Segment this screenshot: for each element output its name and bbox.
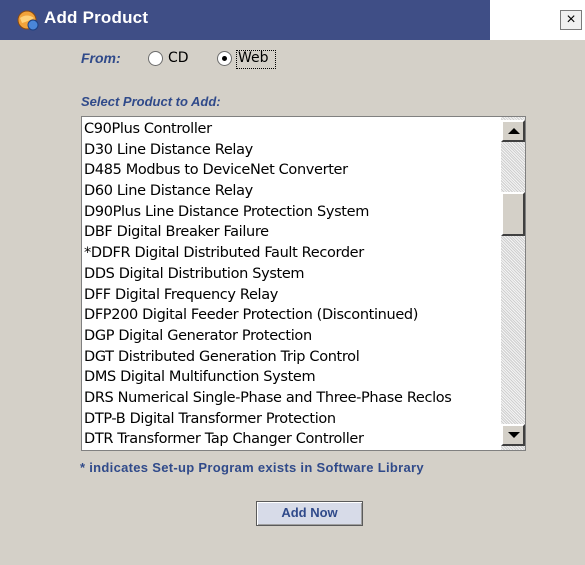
app-globe-icon — [17, 10, 39, 31]
list-item[interactable]: DFP200 Digital Feeder Protection (Discon… — [82, 305, 500, 326]
list-item[interactable]: DFF Digital Frequency Relay — [82, 285, 500, 306]
from-label: From: — [81, 50, 121, 66]
scroll-up-button[interactable] — [501, 120, 525, 142]
close-button[interactable]: × — [560, 10, 582, 30]
radio-web[interactable] — [217, 51, 232, 66]
vertical-scrollbar[interactable] — [501, 117, 525, 450]
list-item[interactable]: D30 Line Distance Relay — [82, 140, 500, 161]
scroll-down-button[interactable] — [501, 424, 525, 446]
window-title: Add Product — [44, 8, 149, 27]
radio-selected-dot — [222, 56, 227, 61]
dialog-body: From: CD Web Select Product to Add: C90P… — [0, 40, 585, 565]
radio-cd[interactable] — [148, 51, 163, 66]
select-product-label: Select Product to Add: — [81, 94, 221, 109]
list-item[interactable]: DRS Numerical Single-Phase and Three-Pha… — [82, 388, 500, 409]
add-now-button[interactable]: Add Now — [256, 501, 363, 526]
list-item[interactable]: D485 Modbus to DeviceNet Converter — [82, 160, 500, 181]
arrow-up-icon — [508, 128, 520, 134]
list-item[interactable]: D90Plus Line Distance Protection System — [82, 202, 500, 223]
scrollbar-thumb[interactable] — [501, 192, 525, 236]
list-item[interactable]: C90Plus Controller — [82, 119, 500, 140]
arrow-down-icon — [508, 432, 520, 438]
radio-web-label[interactable]: Web — [238, 50, 269, 66]
list-item[interactable]: DDS Digital Distribution System — [82, 264, 500, 285]
product-list: C90Plus Controller D30 Line Distance Rel… — [82, 119, 500, 450]
list-item[interactable]: DMS Digital Multifunction System — [82, 367, 500, 388]
title-bar[interactable]: Add Product × — [0, 0, 585, 40]
list-item[interactable]: DGP Digital Generator Protection — [82, 326, 500, 347]
add-product-dialog: Add Product × From: CD Web Select Produc… — [0, 0, 585, 565]
list-item[interactable]: D60 Line Distance Relay — [82, 181, 500, 202]
list-item[interactable]: DBF Digital Breaker Failure — [82, 222, 500, 243]
list-item[interactable]: *DDFR Digital Distributed Fault Recorder — [82, 243, 500, 264]
list-item[interactable]: DGT Distributed Generation Trip Control — [82, 347, 500, 368]
list-item[interactable]: DTR Transformer Tap Changer Controller — [82, 429, 500, 450]
list-item[interactable]: DTP-B Digital Transformer Protection — [82, 409, 500, 430]
product-listbox[interactable]: C90Plus Controller D30 Line Distance Rel… — [81, 116, 526, 451]
radio-cd-label[interactable]: CD — [168, 50, 189, 66]
footnote-text: * indicates Set-up Program exists in Sof… — [80, 460, 424, 475]
